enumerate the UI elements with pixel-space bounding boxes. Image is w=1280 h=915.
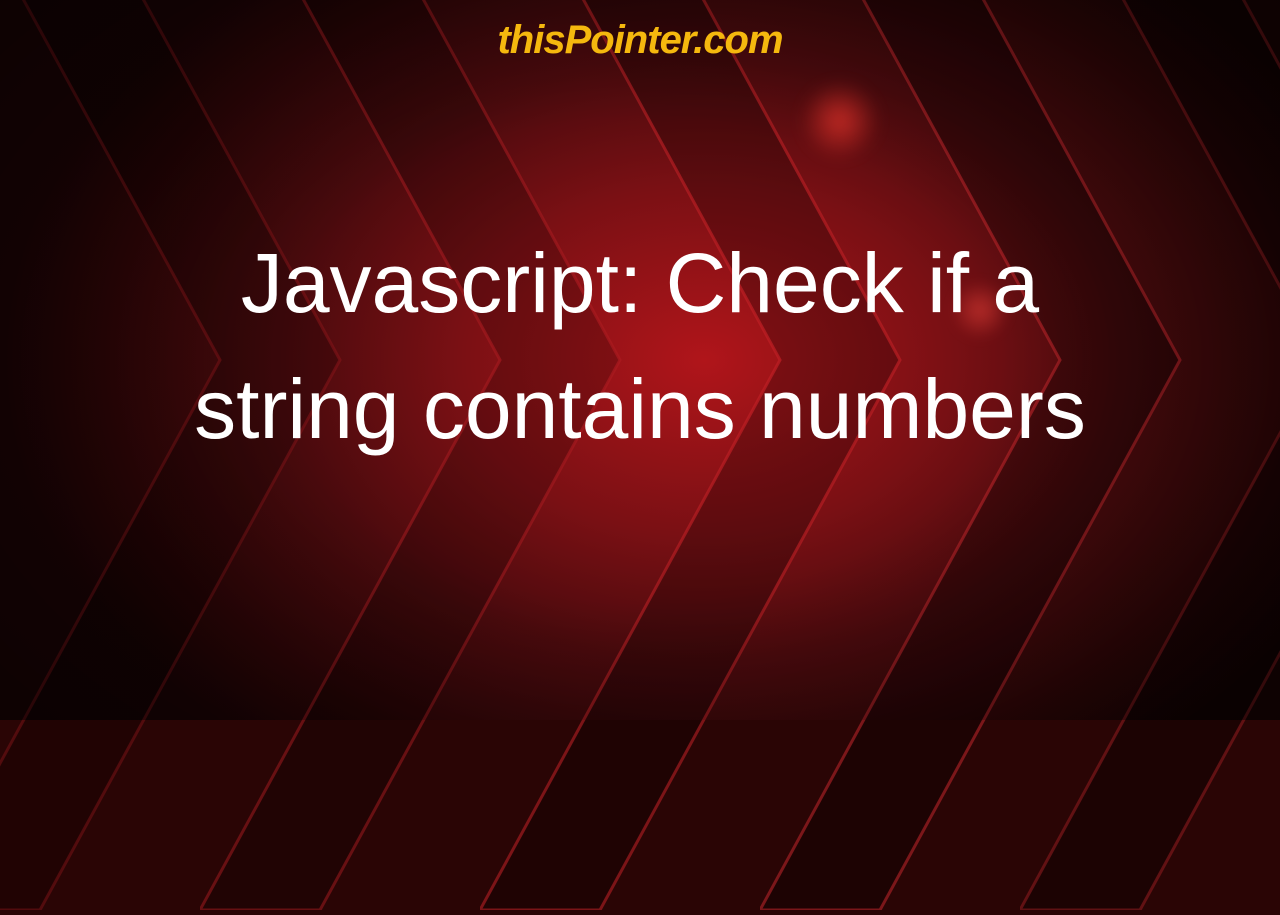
page-title: Javascript: Check if a string contains n… [140, 220, 1140, 472]
brand-logo: thisPointer.com [497, 18, 782, 63]
glow-accent [800, 80, 880, 160]
